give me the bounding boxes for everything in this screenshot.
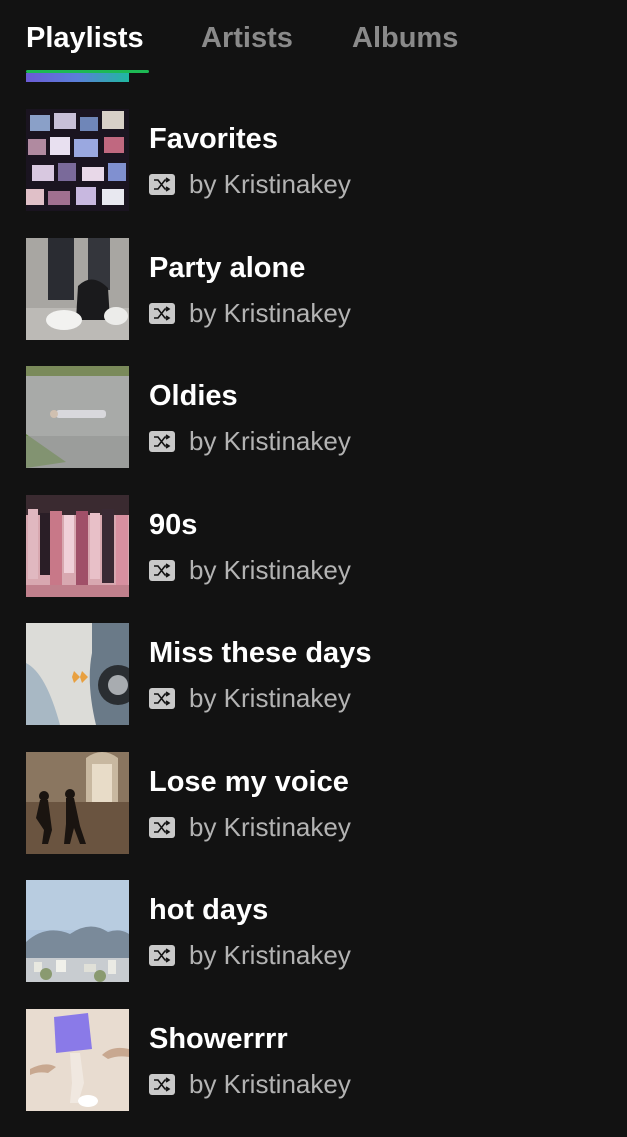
playlist-item[interactable]: Lose my voice by Kristinakey — [26, 751, 606, 854]
shuffle-icon — [149, 1073, 175, 1095]
playlist-owner: by Kristinakey — [189, 169, 351, 199]
shuffle-icon — [149, 688, 175, 709]
shuffle-icon — [149, 816, 175, 838]
shuffle-icon — [149, 302, 175, 324]
active-tab-indicator — [26, 70, 149, 82]
library-tabs: Playlists Artists Albums — [26, 18, 586, 84]
tab-albums[interactable]: Albums — [352, 22, 458, 55]
playlist-owner: by Kristinakey — [189, 811, 351, 842]
playlist-list: Favorites by Kristinakey Party alone by … — [26, 109, 606, 1137]
playlist-item[interactable]: Favorites by Kristinakey — [26, 109, 606, 211]
playlist-title: Showerrrr — [149, 1022, 288, 1055]
playlist-item[interactable]: Showerrrr by Kristinakey — [26, 1008, 606, 1111]
playlist-cover-90s — [26, 494, 129, 597]
playlist-cover-miss-these-days — [26, 623, 129, 725]
playlist-title: Party alone — [149, 251, 306, 284]
playlist-title: hot days — [149, 894, 269, 926]
playlist-cover-hot-days — [26, 880, 129, 982]
playlist-item[interactable]: Party alone by Kristinakey — [26, 237, 606, 340]
shuffle-icon — [149, 174, 175, 195]
playlist-cover-lose-my-voice — [26, 751, 129, 854]
playlist-owner: by Kristinakey — [189, 1068, 351, 1099]
playlist-owner: by Kristinakey — [189, 554, 351, 585]
playlist-item[interactable]: Miss these days by Kristinakey — [26, 623, 606, 725]
playlist-owner: by Kristinakey — [189, 426, 351, 456]
shuffle-icon — [149, 559, 175, 581]
playlist-item[interactable]: Oldies by Kristinakey — [26, 366, 606, 468]
tab-artists[interactable]: Artists — [201, 22, 293, 55]
playlist-owner: by Kristinakey — [189, 297, 351, 328]
playlist-cover-oldies — [26, 366, 129, 468]
playlist-title: Oldies — [149, 380, 238, 412]
shuffle-icon — [149, 431, 175, 452]
playlist-cover-party-alone — [26, 237, 129, 340]
playlist-title: Favorites — [149, 123, 278, 155]
shuffle-icon — [149, 945, 175, 966]
tab-playlists[interactable]: Playlists — [26, 22, 144, 55]
playlist-item[interactable]: hot days by Kristinakey — [26, 880, 606, 982]
playlist-item[interactable]: 90s by Kristinakey — [26, 494, 606, 597]
playlist-title: Lose my voice — [149, 765, 349, 798]
playlist-owner: by Kristinakey — [189, 683, 351, 713]
playlist-owner: by Kristinakey — [189, 940, 351, 970]
playlist-title: 90s — [149, 508, 198, 541]
playlist-cover-favorites — [26, 109, 129, 211]
playlist-cover-showerrrr — [26, 1008, 129, 1111]
playlist-title: Miss these days — [149, 637, 372, 669]
